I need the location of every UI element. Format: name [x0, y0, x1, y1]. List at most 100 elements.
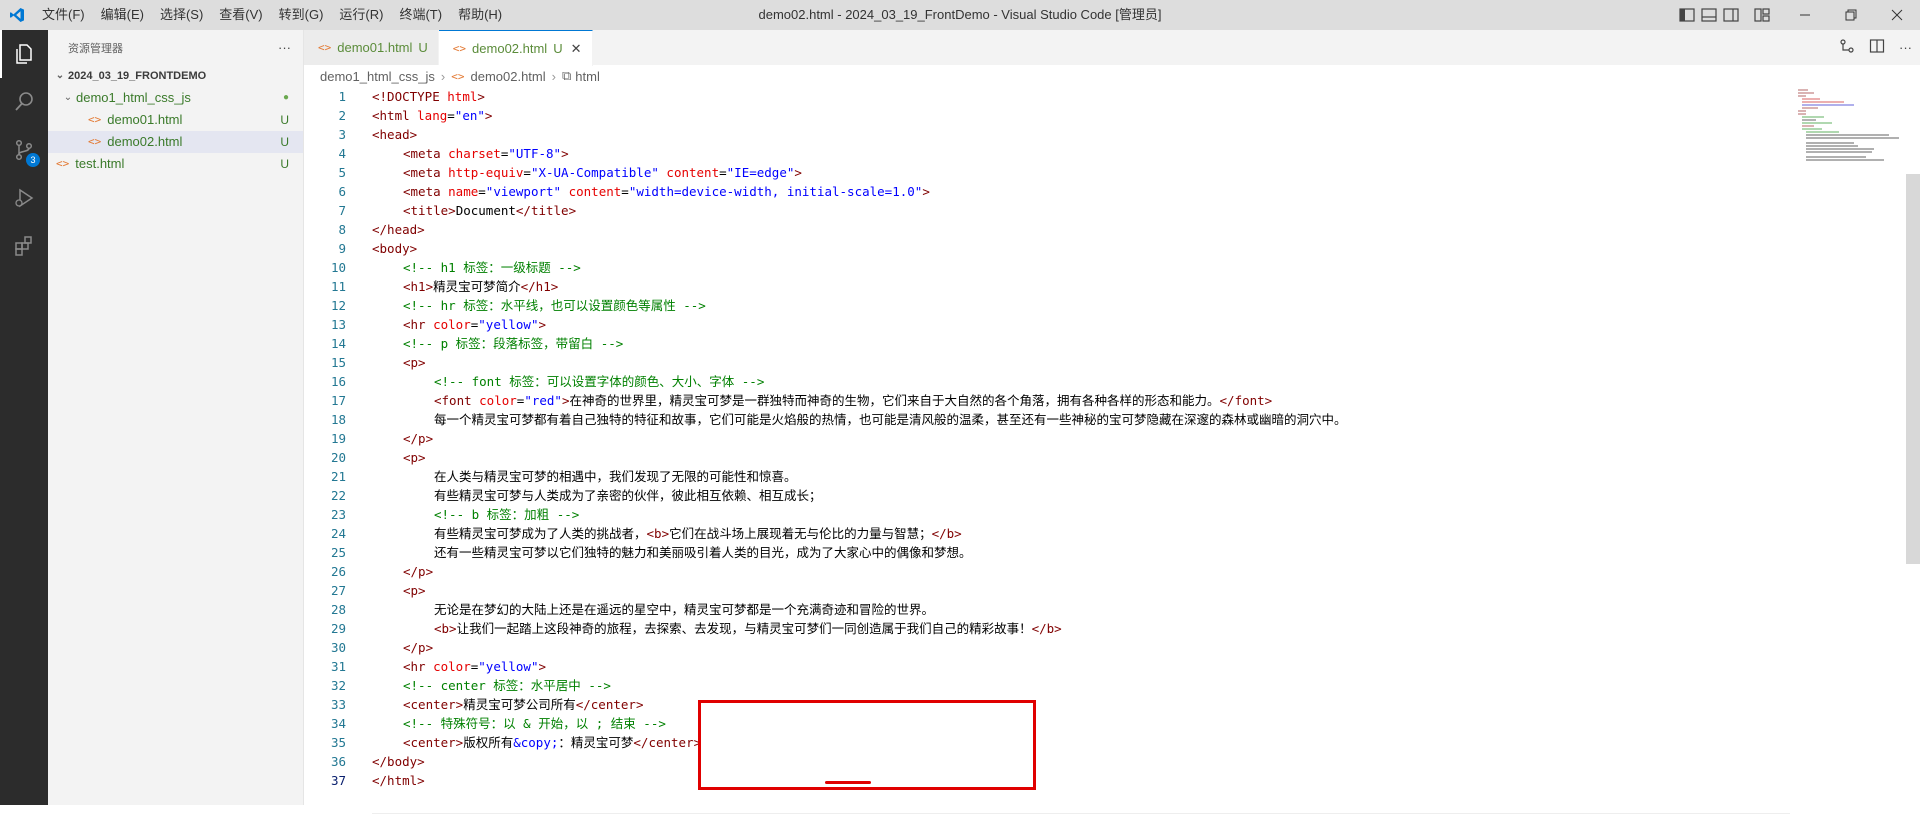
code-line[interactable]: 26 </p>	[304, 562, 1784, 581]
code-line[interactable]: 17 <font color="red">在神奇的世界里，精灵宝可梦是一群独特而神…	[304, 391, 1784, 410]
code-line[interactable]: 2 <html lang="en">	[304, 106, 1784, 125]
code-line[interactable]: 5 <meta http-equiv="X-UA-Compatible" cont…	[304, 163, 1784, 182]
code-line[interactable]: 12 <!-- hr 标签：水平线，也可以设置颜色等属性 -->	[304, 296, 1784, 315]
code-line[interactable]: 23 <!-- b 标签：加粗 -->	[304, 505, 1784, 524]
menu-go[interactable]: 转到(G)	[271, 0, 332, 30]
code-token: >	[484, 108, 493, 123]
toggle-primary-sidebar-icon[interactable]	[1676, 0, 1698, 30]
line-number: 7	[338, 203, 346, 218]
search-icon[interactable]	[0, 78, 48, 126]
tab-demo01[interactable]: <> demo01.html U	[304, 30, 439, 65]
menu-edit[interactable]: 编辑(E)	[93, 0, 152, 30]
code-line[interactable]: 30 </p>	[304, 638, 1784, 657]
source-control-icon[interactable]: 3	[0, 126, 48, 174]
code-token: <b>	[434, 621, 457, 636]
minimize-icon[interactable]	[1782, 0, 1828, 30]
code-text: </head>	[372, 220, 425, 239]
code-line[interactable]: 3 <head>	[304, 125, 1784, 144]
menu-view[interactable]: 查看(V)	[211, 0, 270, 30]
code-token: lang	[417, 108, 448, 123]
html-file-icon: <>	[451, 69, 465, 83]
code-token: <!-- p 标签：段落标签，带留白 -->	[403, 336, 624, 351]
code-line[interactable]: 22 有些精灵宝可梦与人类成为了亲密的伙伴，彼此相互依赖、相互成长；	[304, 486, 1784, 505]
chevron-down-icon: ⌄	[55, 70, 65, 81]
code-line[interactable]: 19 </p>	[304, 429, 1784, 448]
workspace-root[interactable]: ⌄ 2024_03_19_FRONTDEMO	[48, 65, 303, 87]
file-demo01[interactable]: <> demo01.html U	[48, 109, 303, 131]
code-line[interactable]: 15 <p>	[304, 353, 1784, 372]
code-line[interactable]: 4 <meta charset="UTF-8">	[304, 144, 1784, 163]
code-line[interactable]: 25 还有一些精灵宝可梦以它们独特的魅力和美丽吸引着人类的目光，成为了大家心中的偶…	[304, 543, 1784, 562]
more-actions-icon[interactable]: ···	[1899, 40, 1912, 55]
customize-layout-icon[interactable]	[1742, 0, 1782, 30]
explorer-icon[interactable]	[0, 30, 48, 78]
code-line[interactable]: 20 <p>	[304, 448, 1784, 467]
code-line[interactable]: 31 <hr color="yellow">	[304, 657, 1784, 676]
split-editor-icon[interactable]	[1869, 38, 1885, 57]
menu-file[interactable]: 文件(F)	[34, 0, 93, 30]
tab-demo02[interactable]: <> demo02.html U ✕	[438, 30, 593, 66]
code-line[interactable]: 1 <!DOCTYPE html>	[304, 87, 1784, 106]
code-token: 还有一些精灵宝可梦以它们独特的魅力和美丽吸引着人类的目光，成为了大家心中的偶像和…	[434, 545, 972, 560]
untracked-badge: U	[280, 157, 289, 171]
code-line[interactable]: 21 在人类与精灵宝可梦的相遇中，我们发现了无限的可能性和惊喜。	[304, 467, 1784, 486]
code-token: <body>	[372, 241, 418, 256]
breadcrumb-symbol[interactable]: html	[575, 69, 600, 84]
code-line[interactable]: 7 <title>Document</title>	[304, 201, 1784, 220]
menu-selection[interactable]: 选择(S)	[152, 0, 211, 30]
code-line[interactable]: 6 <meta name="viewport" content="width=de…	[304, 182, 1784, 201]
element-icon: ⧉	[561, 68, 572, 83]
chevron-right-icon: ›	[551, 68, 556, 84]
code-editor[interactable]: 1 <!DOCTYPE html> 2 <html lang="en"> 3 <head>…	[304, 87, 1784, 790]
code-text: 有些精灵宝可梦与人类成为了亲密的伙伴，彼此相互依赖、相互成长；	[434, 486, 822, 505]
line-number: 32	[330, 678, 346, 693]
code-text: <!-- 特殊符号：以 & 开始，以 ; 结束 -->	[403, 714, 666, 733]
code-line[interactable]: 34 <!-- 特殊符号：以 & 开始，以 ; 结束 -->	[304, 714, 1784, 733]
code-line[interactable]: 35 <center>版权所有&copy;：精灵宝可梦</center>	[304, 733, 1784, 752]
folder-demo1[interactable]: ⌄ demo1_html_css_js ●	[48, 87, 303, 109]
code-line[interactable]: 11 <h1>精灵宝可梦简介</h1>	[304, 277, 1784, 296]
vertical-scrollbar[interactable]	[1906, 87, 1920, 805]
code-line[interactable]: 32 <!-- center 标签：水平居中 -->	[304, 676, 1784, 695]
toggle-panel-icon[interactable]	[1698, 0, 1720, 30]
code-line[interactable]: 24 有些精灵宝可梦成为了人类的挑战者，<b>它们在战斗场上展现着无与伦比的力量与…	[304, 524, 1784, 543]
code-line[interactable]: 27 <p>	[304, 581, 1784, 600]
scrollbar-thumb[interactable]	[1906, 174, 1920, 564]
code-line[interactable]: 33 <center>精灵宝可梦公司所有</center>	[304, 695, 1784, 714]
code-text: <head>	[372, 125, 417, 144]
code-line[interactable]: 16 <!-- font 标签：可以设置字体的颜色、大小、字体 -->	[304, 372, 1784, 391]
more-actions-icon[interactable]: ···	[278, 40, 291, 55]
code-line[interactable]: 8 </head>	[304, 220, 1784, 239]
code-line[interactable]: 37 </html>	[304, 771, 1784, 790]
menu-run[interactable]: 运行(R)	[331, 0, 391, 30]
code-line[interactable]: 10 <!-- h1 标签：一级标题 -->	[304, 258, 1784, 277]
code-text: </p>	[403, 562, 433, 581]
minimap[interactable]	[1794, 87, 1904, 187]
restore-icon[interactable]	[1828, 0, 1874, 30]
code-line[interactable]: 9 <body>	[304, 239, 1784, 258]
code-line[interactable]: 18 每一个精灵宝可梦都有着自己独特的特征和故事，它们可能是火焰般的热情，也可能是…	[304, 410, 1784, 429]
code-token: "yellow"	[478, 317, 539, 332]
breadcrumb-folder[interactable]: demo1_html_css_js	[320, 69, 435, 84]
code-line[interactable]: 36 </body>	[304, 752, 1784, 771]
toggle-secondary-sidebar-icon[interactable]	[1720, 0, 1742, 30]
code-line[interactable]: 28 无论是在梦幻的大陆上还是在遥远的星空中，精灵宝可梦都是一个充满奇迹和冒险的世…	[304, 600, 1784, 619]
code-text: <!DOCTYPE html>	[372, 87, 485, 106]
run-debug-icon[interactable]	[0, 174, 48, 222]
open-changes-icon[interactable]	[1839, 38, 1855, 57]
file-demo02[interactable]: <> demo02.html U	[48, 131, 303, 153]
menu-help[interactable]: 帮助(H)	[450, 0, 510, 30]
code-token: 版权所有	[463, 735, 514, 750]
breadcrumb-file[interactable]: demo02.html	[470, 69, 545, 84]
code-token: color	[433, 317, 471, 332]
code-line[interactable]: 29 <b>让我们一起踏上这段神奇的旅程，去探索、去发现，与精灵宝可梦们一同创造属…	[304, 619, 1784, 638]
tab-close-icon[interactable]: ✕	[571, 41, 582, 57]
menu-terminal[interactable]: 终端(T)	[391, 0, 450, 30]
code-token: <!-- 特殊符号：以 & 开始，以 ; 结束 -->	[403, 716, 666, 731]
extensions-icon[interactable]	[0, 222, 48, 270]
code-text: <body>	[372, 239, 417, 258]
file-test[interactable]: <> test.html U	[48, 153, 303, 175]
code-line[interactable]: 14 <!-- p 标签：段落标签，带留白 -->	[304, 334, 1784, 353]
close-window-icon[interactable]	[1874, 0, 1920, 30]
code-line[interactable]: 13 <hr color="yellow">	[304, 315, 1784, 334]
